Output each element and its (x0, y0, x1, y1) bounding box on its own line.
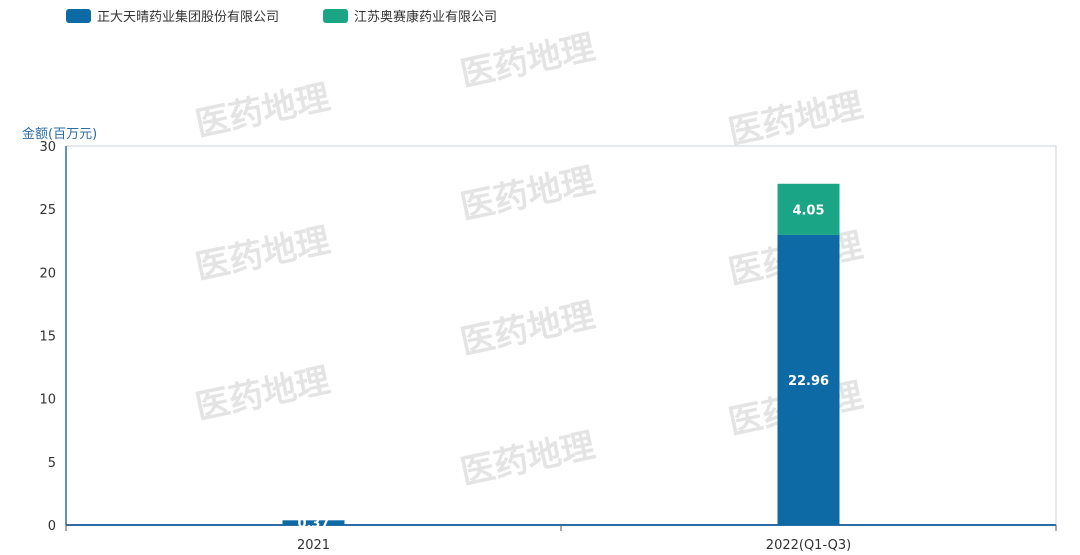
legend-swatch-series-2 (323, 9, 348, 23)
y-axis-ticks: 0 5 10 15 20 25 30 (39, 140, 56, 534)
legend: 正大天晴药业集团股份有限公司 江苏奥赛康药业有限公司 (66, 9, 497, 25)
watermark-text: 医药地理 (457, 296, 598, 363)
x-tick-label: 2022(Q1-Q3) (766, 538, 851, 553)
y-tick-label: 10 (39, 393, 56, 408)
y-tick-label: 25 (39, 203, 56, 218)
watermark-text: 医药地理 (192, 221, 333, 288)
watermark-layer: 医药地理医药地理医药地理医药地理医药地理医药地理医药地理医药地理医药地理医药地理 (192, 28, 866, 493)
legend-swatch-series-1 (66, 9, 91, 23)
stacked-bar-chart: 医药地理医药地理医药地理医药地理医药地理医药地理医药地理医药地理医药地理医药地理… (22, 9, 1057, 553)
x-tick-label: 2021 (297, 538, 330, 553)
watermark-text: 医药地理 (192, 78, 333, 145)
watermark-text: 医药地理 (192, 361, 333, 428)
watermark-text: 医药地理 (457, 161, 598, 228)
legend-label-series-2: 江苏奥赛康药业有限公司 (354, 9, 497, 25)
legend-label-series-1: 正大天晴药业集团股份有限公司 (97, 9, 279, 25)
watermark-text: 医药地理 (457, 28, 598, 95)
legend-item-series-2[interactable]: 江苏奥赛康药业有限公司 (323, 9, 497, 25)
data-label: 0.37 (297, 517, 329, 532)
y-tick-label: 15 (39, 330, 56, 345)
y-tick-label: 20 (39, 266, 56, 281)
y-tick-label: 5 (48, 456, 56, 471)
y-tick-label: 0 (48, 519, 56, 534)
x-axis-ticks: 2021 2022(Q1-Q3) (65, 525, 1057, 553)
data-label: 22.96 (788, 374, 829, 389)
watermark-text: 医药地理 (725, 86, 866, 153)
y-axis-title: 金额(百万元) (22, 126, 97, 142)
watermark-text: 医药地理 (457, 426, 598, 493)
data-label: 4.05 (792, 203, 824, 218)
y-tick-label: 30 (39, 140, 56, 155)
legend-item-series-1[interactable]: 正大天晴药业集团股份有限公司 (66, 9, 279, 25)
bars (282, 183, 840, 525)
